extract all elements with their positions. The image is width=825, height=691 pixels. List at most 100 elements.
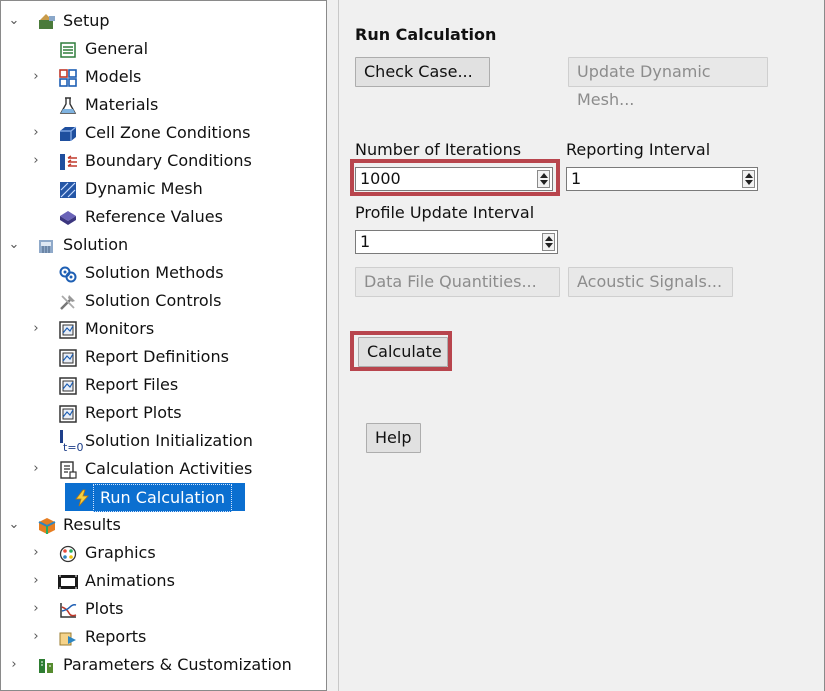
chevron-down-icon[interactable]: ⌄ [5,231,23,259]
tree-item-setup[interactable]: ⌄ Setup [1,7,326,35]
check-case-button[interactable]: Check Case... [355,57,490,87]
report-plots-icon [59,404,77,423]
tree-item-label: Results [63,515,121,534]
reporting-interval-value: 1 [571,169,582,188]
profile-update-interval-label: Profile Update Interval [355,203,535,222]
solution-methods-icon [59,264,77,283]
reporting-interval-label: Reporting Interval [566,140,711,159]
tree-item-label: Cell Zone Conditions [85,123,251,142]
tree-item-label: Models [85,67,142,86]
parameters-icon [37,656,55,674]
setup-icon [37,12,55,30]
iterations-value: 1000 [360,169,401,188]
calculate-button[interactable]: Calculate [358,337,448,367]
tree-item-label: Solution Controls [85,291,222,310]
chevron-right-icon[interactable]: › [27,63,45,91]
chevron-right-icon[interactable]: › [27,119,45,147]
tree-item-label: Graphics [85,543,156,562]
tree-item-graphics[interactable]: › Graphics [1,539,326,567]
boundary-icon [59,152,77,170]
tree-item-label: General [85,39,149,58]
chevron-right-icon[interactable]: › [5,651,23,679]
tree-item-monitors[interactable]: › Monitors [1,315,326,343]
tree-item-solution-methods[interactable]: Solution Methods [1,259,326,287]
tree-item-dynamic-mesh[interactable]: Dynamic Mesh [1,175,326,203]
tree-item-animations[interactable]: › Animations [1,567,326,595]
tree-item-label: Report Files [85,375,179,394]
tree-item-report-files[interactable]: Report Files [1,371,326,399]
tree-item-label: Setup [63,11,110,30]
reports-icon [59,628,77,646]
panel-title: Run Calculation [355,25,497,44]
dynamic-mesh-icon [59,180,77,198]
tree-item-reference-values[interactable]: Reference Values [1,203,326,231]
iterations-input[interactable]: 1000 [355,167,553,191]
chevron-down-icon[interactable]: ⌄ [5,511,23,539]
tree-item-label: Plots [85,599,124,618]
chevron-right-icon[interactable]: › [27,539,45,567]
tree-item-report-definitions[interactable]: Report Definitions [1,343,326,371]
panel-splitter[interactable] [327,0,339,691]
solution-controls-icon [59,292,77,310]
profile-update-interval-input[interactable]: 1 [355,230,558,254]
tree-item-label: Dynamic Mesh [85,179,203,198]
tree-item-solution[interactable]: ⌄ Solution [1,231,326,259]
spinner-arrows-icon[interactable] [542,233,555,251]
chevron-right-icon[interactable]: › [27,623,45,651]
report-files-icon [59,376,77,395]
tree-item-label: Solution Methods [85,263,224,282]
tree-item-label: Animations [85,571,175,590]
reference-values-icon [59,208,77,226]
tree-item-solution-controls[interactable]: Solution Controls [1,287,326,315]
run-calculation-panel: Run Calculation Check Case... Update Dyn… [339,0,825,691]
chevron-right-icon[interactable]: › [27,147,45,175]
tree-item-label: Monitors [85,319,155,338]
tree-item-results[interactable]: ⌄ Results [1,511,326,539]
svg-text:t=0: t=0 [63,441,83,453]
solution-icon [37,236,55,254]
help-button[interactable]: Help [366,423,421,453]
tree-item-general[interactable]: General [1,35,326,63]
tree-item-label: Reports [85,627,147,646]
spinner-arrows-icon[interactable] [537,170,550,188]
tree-item-label: Parameters & Customization [63,655,292,674]
chevron-right-icon[interactable]: › [27,595,45,623]
chevron-right-icon[interactable]: › [27,455,45,483]
animations-icon [57,572,79,590]
chevron-right-icon[interactable]: › [27,567,45,595]
run-calculation-icon [73,488,91,507]
report-definitions-icon [59,348,77,367]
acoustic-signals-button[interactable]: Acoustic Signals... [568,267,733,297]
tree-item-label: Report Definitions [85,347,229,366]
tree-item-label: Materials [85,95,159,114]
tree-item-label: Boundary Conditions [85,151,252,170]
plots-icon [59,600,77,618]
chevron-right-icon[interactable]: › [27,315,45,343]
reporting-interval-input[interactable]: 1 [566,167,758,191]
tree-item-label: Solution Initialization [85,431,253,450]
tree-item-cell-zone-conditions[interactable]: › Cell Zone Conditions [1,119,326,147]
tree-item-parameters-customization[interactable]: › Parameters & Customization [1,651,326,679]
data-file-quantities-button[interactable]: Data File Quantities... [355,267,560,297]
chevron-down-icon[interactable]: ⌄ [5,7,23,35]
tree-item-run-calculation[interactable]: Run Calculation [1,483,326,512]
update-dynamic-mesh-button[interactable]: Update Dynamic Mesh... [568,57,768,109]
tree-item-label: Solution [63,235,129,254]
tree-item-boundary-conditions[interactable]: › Boundary Conditions [1,147,326,175]
calculation-activities-icon [59,460,77,479]
tree-item-solution-initialization[interactable]: t=0 Solution Initialization [1,427,326,455]
tree-item-label: Reference Values [85,207,223,226]
initialization-icon: t=0 [57,429,84,454]
iterations-label: Number of Iterations [355,140,522,159]
general-icon [59,40,77,58]
spinner-arrows-icon[interactable] [742,170,755,188]
tree-item-plots[interactable]: › Plots [1,595,326,623]
models-icon [59,68,77,87]
tree-item-materials[interactable]: Materials [1,91,326,119]
graphics-icon [59,544,77,563]
tree-item-reports[interactable]: › Reports [1,623,326,651]
results-icon [37,516,56,534]
tree-item-calculation-activities[interactable]: › Calculation Activities [1,455,326,483]
tree-item-report-plots[interactable]: Report Plots [1,399,326,427]
tree-item-models[interactable]: › Models [1,63,326,91]
